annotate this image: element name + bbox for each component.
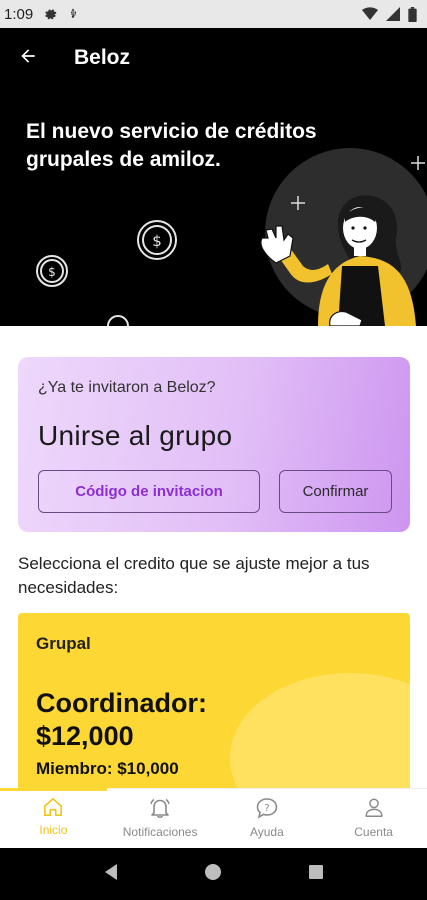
invite-card: ¿Ya te invitaron a Beloz? Unirse al grup… bbox=[18, 357, 410, 532]
system-back-icon[interactable] bbox=[103, 863, 119, 886]
svg-text:$: $ bbox=[152, 232, 162, 250]
coordinator-amount: $12,000 bbox=[36, 721, 134, 751]
main-content: ¿Ya te invitaron a Beloz? Unirse al grup… bbox=[0, 326, 427, 788]
invite-question: ¿Ya te invitaron a Beloz? bbox=[38, 379, 216, 396]
system-recents-icon[interactable] bbox=[308, 864, 324, 885]
system-home-icon[interactable] bbox=[204, 863, 222, 886]
battery-icon bbox=[408, 6, 417, 22]
svg-text:?: ? bbox=[264, 803, 269, 814]
arrow-left-icon bbox=[18, 46, 38, 71]
page-title: Beloz bbox=[74, 46, 131, 69]
invite-title: Unirse al grupo bbox=[38, 420, 233, 451]
credit-type: Grupal bbox=[36, 634, 91, 653]
nav-label-inicio: Inicio bbox=[39, 823, 68, 837]
settings-gear-icon bbox=[43, 7, 57, 21]
svg-text:$: $ bbox=[48, 265, 56, 279]
nav-item-cuenta[interactable]: Cuenta bbox=[320, 789, 427, 848]
hero-title: El nuevo servicio de créditos grupales d… bbox=[26, 120, 317, 171]
invitation-code-input[interactable]: Código de invitacion bbox=[38, 470, 260, 513]
confirm-button[interactable]: Confirmar bbox=[279, 470, 392, 513]
nav-label-cuenta: Cuenta bbox=[354, 825, 393, 839]
back-button[interactable] bbox=[0, 28, 56, 88]
nav-item-ayuda[interactable]: ? Ayuda bbox=[214, 789, 321, 848]
help-chat-icon: ? bbox=[255, 797, 279, 819]
usb-icon bbox=[67, 7, 79, 21]
coordinator-label: Coordinador: bbox=[36, 688, 207, 718]
nav-label-notificaciones: Notificaciones bbox=[122, 825, 198, 839]
system-navigation-bar bbox=[0, 848, 427, 900]
nav-item-notificaciones[interactable]: Notificaciones bbox=[107, 789, 214, 848]
card-decoration bbox=[230, 673, 410, 788]
credit-option-card[interactable]: Grupal Coordinador: $12,000 Miembro: $10… bbox=[18, 613, 410, 788]
status-bar: 1:09 bbox=[0, 0, 427, 28]
hero-banner: $ $ El nuevo servicio de créditos grupal… bbox=[0, 88, 427, 326]
bottom-navigation: Inicio Notificaciones ? Ayuda Cuenta bbox=[0, 788, 427, 848]
home-icon bbox=[42, 797, 64, 817]
signal-icon bbox=[386, 7, 400, 21]
active-tab-indicator bbox=[0, 788, 107, 791]
app-bar: Beloz bbox=[0, 28, 427, 88]
member-amount: Miembro: $10,000 bbox=[36, 759, 179, 778]
person-icon bbox=[363, 797, 385, 819]
nav-item-inicio[interactable]: Inicio bbox=[0, 789, 107, 848]
nav-label-ayuda: Ayuda bbox=[249, 825, 284, 839]
bell-icon bbox=[148, 797, 172, 819]
status-time: 1:09 bbox=[4, 5, 34, 23]
select-credit-instructions: Selecciona el credito que se ajuste mejo… bbox=[18, 554, 370, 597]
wifi-icon bbox=[362, 7, 378, 21]
